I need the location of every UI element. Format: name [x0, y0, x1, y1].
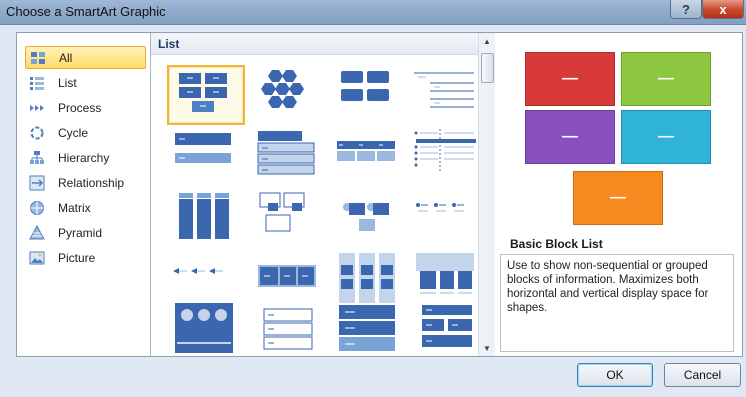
layout-thumbnail-vertical-chevron-list[interactable] — [329, 303, 403, 359]
category-label: Matrix — [58, 201, 91, 215]
process-icon — [28, 100, 46, 116]
matrix-icon — [28, 200, 46, 216]
layout-thumbnail-hanging-list[interactable] — [408, 251, 482, 307]
hierarchy-icon — [28, 150, 46, 166]
layout-thumbnail-vertical-box-list[interactable] — [167, 189, 241, 245]
relationship-icon — [28, 175, 46, 191]
category-list-item[interactable]: List — [25, 72, 144, 94]
scrollbar-thumb[interactable] — [481, 53, 494, 83]
layout-thumbnail-picture-caption-list[interactable] — [329, 189, 403, 245]
basic-block-list-icon — [179, 73, 227, 112]
picture-caption-list-icon — [343, 203, 389, 231]
hexagon-cluster-icon — [261, 70, 304, 108]
dialog-body: All List Process Cycle Hierarchy Relatio… — [16, 32, 743, 357]
category-hierarchy[interactable]: Hierarchy — [25, 147, 144, 169]
layout-thumbnail-tab-list[interactable] — [248, 251, 322, 307]
layout-thumbnail-table-list[interactable] — [329, 127, 403, 183]
horizontal-bullet-list-icon — [341, 71, 389, 101]
preview-block: — — [525, 52, 615, 106]
list-icon — [28, 75, 46, 91]
category-cycle[interactable]: Cycle — [25, 122, 144, 144]
category-label: List — [58, 76, 77, 90]
gallery-scrollbar[interactable]: ▲ ▼ — [478, 33, 495, 356]
category-label: Process — [58, 101, 102, 115]
category-picture[interactable]: Picture — [25, 247, 144, 269]
layout-thumbnail-circle-picture-list[interactable] — [167, 303, 241, 359]
help-button[interactable]: ? — [670, 0, 702, 19]
table-list-icon — [337, 141, 395, 161]
stacked-grid-icon — [339, 253, 395, 303]
category-label: Cycle — [58, 126, 89, 140]
cycle-icon — [28, 125, 46, 141]
preview-block: — — [525, 110, 615, 164]
layout-thumbnail-horizontal-bullet-list[interactable] — [329, 65, 403, 121]
block-grid-icon — [422, 305, 472, 347]
vertical-box-list-icon — [179, 193, 229, 239]
preview-title: Basic Block List — [510, 237, 603, 251]
stacked-list-icon — [175, 133, 231, 163]
segmented-list-icon — [263, 308, 313, 350]
layout-thumbnail-lined-list[interactable] — [408, 65, 482, 121]
layout-thumbnail-basic-block-list[interactable] — [167, 65, 245, 125]
lined-list-icon — [414, 72, 474, 108]
title-bar: Choose a SmartArt Graphic ? x — [0, 0, 746, 25]
layout-thumbnail-vertical-bracket-list[interactable] — [408, 127, 482, 183]
layout-thumbnail-bullet-arrows[interactable] — [167, 251, 241, 307]
ok-button[interactable]: OK — [577, 363, 653, 387]
preview-block: — — [621, 110, 711, 164]
scroll-up-arrow-icon[interactable]: ▲ — [479, 33, 495, 49]
preview-pane: — — — — — Basic Block List Use to show n… — [496, 33, 741, 356]
layout-thumbnail-hexagon-cluster[interactable] — [248, 65, 322, 121]
category-label: All — [59, 50, 73, 65]
category-label: Relationship — [58, 176, 125, 190]
layout-thumbnail-block-grid[interactable] — [408, 303, 482, 359]
category-label: Hierarchy — [58, 151, 110, 165]
cancel-button[interactable]: Cancel — [664, 363, 741, 387]
vertical-bracket-list-icon — [414, 129, 476, 171]
gallery-heading: List — [158, 37, 180, 51]
bullet-arrows-icon — [173, 268, 223, 274]
horizontal-bullet-dots-icon — [416, 203, 464, 212]
layout-thumbnail-horizontal-bullet-dots[interactable] — [408, 189, 482, 245]
category-label: Picture — [58, 251, 96, 265]
category-relationship[interactable]: Relationship — [25, 172, 144, 194]
grouped-list-icon — [259, 192, 305, 232]
layout-thumbnail-stacked-grid[interactable] — [329, 251, 403, 307]
preview-graphic: — — — — — — [503, 40, 733, 240]
hanging-list-icon — [416, 253, 474, 294]
category-pyramid[interactable]: Pyramid — [25, 222, 144, 244]
layout-thumbnail-segmented-list[interactable] — [248, 303, 322, 359]
circle-picture-list-icon — [175, 303, 233, 353]
gallery-header: List — [151, 33, 495, 55]
picture-icon — [28, 250, 46, 266]
layout-thumbnail-trapezoid-list[interactable] — [248, 127, 322, 183]
preview-block: — — [573, 171, 663, 225]
all-icon — [29, 50, 47, 66]
layout-gallery: List ▲ ▼ — [151, 33, 495, 356]
trapezoid-list-icon — [257, 131, 315, 175]
tab-list-icon — [258, 265, 316, 287]
category-label: Pyramid — [58, 226, 103, 240]
vertical-chevron-list-icon — [339, 305, 395, 351]
category-all[interactable]: All — [25, 46, 146, 69]
layout-thumbnail-stacked-list[interactable] — [167, 127, 241, 183]
category-list: All List Process Cycle Hierarchy Relatio… — [17, 33, 151, 356]
category-process[interactable]: Process — [25, 97, 144, 119]
layout-thumbnail-grouped-list[interactable] — [248, 189, 322, 245]
close-button[interactable]: x — [702, 0, 744, 19]
scroll-down-arrow-icon[interactable]: ▼ — [479, 340, 495, 356]
preview-block: — — [621, 52, 711, 106]
pyramid-icon — [28, 225, 46, 241]
category-matrix[interactable]: Matrix — [25, 197, 144, 219]
dialog-title: Choose a SmartArt Graphic — [6, 4, 166, 19]
smartart-dialog: Choose a SmartArt Graphic ? x All List P… — [0, 0, 746, 397]
preview-description: Use to show non-sequential or grouped bl… — [500, 254, 734, 352]
